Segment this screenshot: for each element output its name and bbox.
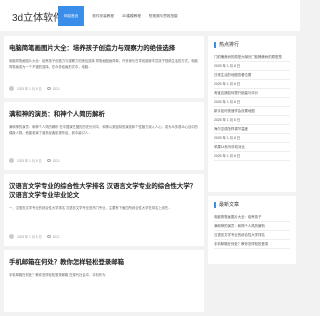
eye-icon: [46, 235, 51, 238]
article-title[interactable]: 满和神的演员：和神个人简历解析: [9, 110, 199, 119]
article-meta: 2025 年 1 月 8 日 2021: [9, 234, 60, 239]
hot-ranking-title: 热点排行: [214, 42, 290, 48]
latest-item[interactable]: 汉语言文学专业的综合性大学排名: [214, 231, 290, 240]
article-card[interactable]: 汉语言文学专业的综合性大学排名 汉语言文学专业的综合性大学？ 汉语言文学专业毕业…: [4, 174, 204, 246]
site-header: 3d立体软件网 网站首页 软件安装教程 3D建模教程 短视频与思政拍摄: [0, 0, 300, 31]
article-excerpt: 满和神的演员：和神个人简历解析 在中国演艺圈的历史长河中，和神以其独特的演技和个…: [9, 125, 198, 135]
hot-item-date: 2025 年 1 月 8 日: [214, 116, 290, 125]
hot-item[interactable]: 新手如何快速学会设置地图: [214, 107, 290, 116]
article-views: 2021: [52, 158, 60, 163]
latest-item[interactable]: 手机邮箱在何处？教你怎样轻松登录: [214, 240, 290, 249]
article-card[interactable]: 电脑简笔画图片大全：培养孩子创造力与观察力的绝佳选择 电脑简笔画图片大全：培养孩…: [4, 36, 204, 98]
article-card[interactable]: 满和神的演员：和神个人简历解析 满和神的演员：和神个人简历解析 在中国演艺圈的历…: [4, 102, 204, 170]
latest-item[interactable]: 电脑简笔画图片大全：培养孩子: [214, 213, 290, 222]
hot-item[interactable]: 日常生活的地图查看位置: [214, 71, 290, 80]
article-excerpt: 电脑简笔画图片大全：培养孩子创造力与观察力的绝佳选择 简笔画图画简单，许多家长在…: [9, 59, 198, 69]
nav-item-home[interactable]: 网站首页: [58, 6, 85, 26]
article-date: 2025 年 1 月 8 日: [17, 235, 42, 239]
nav-item-3d[interactable]: 3D建模教程: [122, 6, 141, 26]
latest-articles-box: 最新文章 电脑简笔画图片大全：培养孩子 满和神的演员：和神个人简历解析 汉语言文…: [208, 196, 296, 264]
hot-item-date: 2025 年 1 月 8 日: [214, 134, 290, 143]
article-title[interactable]: 汉语言文学专业的综合性大学排名 汉语言文学专业的综合性大学？ 汉语言文学专业毕业…: [9, 182, 199, 200]
nav-item-install[interactable]: 软件安装教程: [92, 6, 114, 26]
article-excerpt: 一、汉语言文学专业的综合性大学排名 汉语言文学专业是热门专业，主要有下面四所综合…: [9, 206, 171, 210]
article-list: 电脑简笔画图片大全：培养孩子创造力与观察力的绝佳选择 电脑简笔画图片大全：培养孩…: [4, 36, 204, 316]
hot-item[interactable]: 苹果14系列手机对比: [214, 143, 290, 152]
latest-item[interactable]: 满和神的演员：和神个人简历解析: [214, 222, 290, 231]
article-date: 2025 年 1 月 8 日: [17, 87, 42, 91]
hot-ranking-box: 热点排行 门前桶美树的原型大曝光门前桶美树的原型是 2025 年 1 月 8 日…: [208, 36, 296, 192]
avatar: [9, 86, 14, 91]
article-meta: 2025 年 1 月 8 日 2021: [9, 158, 60, 163]
article-title[interactable]: 电脑简笔画图片大全：培养孩子创造力与观察力的绝佳选择: [9, 44, 199, 53]
eye-icon: [46, 87, 51, 90]
latest-articles-title: 最新文章: [214, 202, 290, 208]
hot-item-date: 2025 年 1 月 8 日: [214, 62, 290, 71]
hot-item-date: 2025 年 1 月 8 日: [214, 80, 290, 89]
hot-item[interactable]: 门前桶美树的原型大曝光门前桶美树的原型是: [214, 53, 290, 62]
nav-item-video[interactable]: 短视频与思政拍摄: [149, 6, 178, 26]
hot-item-date: 2025 年 1 月 8 日: [214, 152, 290, 161]
article-meta: 2025 年 1 月 8 日 2021: [9, 86, 60, 91]
article-title[interactable]: 手机邮箱在何处？教你怎样轻松登录邮箱: [9, 258, 199, 267]
main-nav: 网站首页 软件安装教程 3D建模教程 短视频与思政拍摄: [58, 6, 186, 26]
article-date: 2025 年 1 月 8 日: [17, 159, 42, 163]
article-views: 2021: [52, 234, 60, 239]
article-card[interactable]: 手机邮箱在何处？教你怎样轻松登录邮箱 手机邮箱在何处？教你怎样轻松登录邮箱 在现…: [4, 250, 204, 312]
article-views: 2021: [52, 86, 60, 91]
hot-item[interactable]: 淘宝店铺如何提升销量与评价: [214, 89, 290, 98]
sidebar: 热点排行 门前桶美树的原型大曝光门前桶美树的原型是 2025 年 1 月 8 日…: [208, 36, 296, 268]
hot-item[interactable]: 海尔空调怎样调节温度: [214, 125, 290, 134]
avatar: [9, 158, 14, 163]
hot-item-date: 2025 年 1 月 8 日: [214, 98, 290, 107]
avatar: [9, 234, 14, 239]
article-excerpt: 手机邮箱在何处？教你怎样轻松登录邮箱 在现代社会中，手机作为: [9, 273, 106, 277]
eye-icon: [46, 159, 51, 162]
